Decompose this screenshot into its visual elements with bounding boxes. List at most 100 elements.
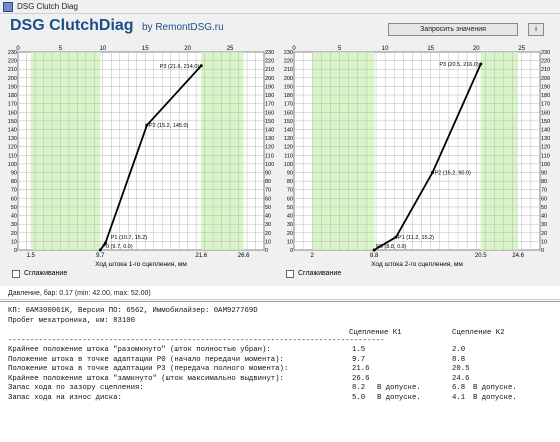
data-point: [199, 64, 203, 68]
y-tick-label-left: 150: [284, 119, 293, 125]
request-values-button[interactable]: Запросить значения: [388, 23, 518, 36]
y-tick-label-left: 190: [284, 84, 293, 90]
report-row-k2-note: В допуске.: [473, 393, 517, 402]
y-tick-label-right: 0: [541, 248, 544, 254]
brand-subtitle: by RemontDSG.ru: [142, 22, 224, 33]
y-tick-label-right: 190: [265, 84, 274, 90]
y-tick-label-right: 70: [265, 188, 271, 194]
y-tick-label-right: 80: [541, 179, 547, 185]
app-header: DSG ClutchDiag by RemontDSG.ru Запросить…: [0, 14, 560, 40]
y-tick-label-right: 20: [541, 231, 547, 237]
report-row-k1-value: 5.0: [352, 393, 366, 402]
report-header-k2: Сцепление К2: [452, 329, 505, 337]
report-row-k2-value: 4.1: [452, 393, 466, 402]
y-tick-label-right: 30: [541, 222, 547, 228]
report-row-k2-value: 2.0: [452, 346, 466, 354]
x-tick-label-bottom: 1.5: [27, 253, 36, 259]
smoothing-label-1: Сглаживание: [24, 270, 68, 277]
x-tick-label-top: 10: [382, 46, 389, 52]
clutch1-chart: 0 010 1020 2030 3040 4050 5060 6070 7080 8090 9010…: [8, 46, 274, 268]
brand-title: DSG ClutchDiag: [10, 17, 134, 34]
y-tick-label-left: 120: [8, 145, 17, 151]
y-tick-label-left: 0: [290, 248, 293, 254]
y-tick-label-left: 110: [284, 153, 293, 159]
y-tick-label-left: 50: [287, 205, 293, 211]
y-tick-label-right: 150: [541, 119, 550, 125]
report-row-k2-value: 24.6: [452, 374, 470, 383]
y-tick-label-left: 100: [284, 162, 293, 168]
y-tick-label-right: 160: [541, 110, 550, 116]
y-tick-label-left: 70: [287, 188, 293, 194]
x-tick-label-bottom: 20.5: [475, 253, 487, 259]
y-tick-label-left: 30: [11, 222, 17, 228]
y-tick-label-right: 20: [265, 231, 271, 237]
x-tick-label-top: 10: [99, 46, 106, 52]
info-button[interactable]: i: [528, 23, 544, 36]
y-tick-label-right: 140: [541, 127, 550, 133]
y-tick-label-left: 190: [8, 84, 17, 90]
x-tick-label-top: 0: [16, 46, 20, 52]
y-tick-label-right: 100: [265, 162, 274, 168]
report-row-label: Положение штока в точке адаптации P3 (пе…: [8, 365, 289, 373]
divider: [0, 299, 560, 300]
y-tick-label-right: 90: [541, 171, 547, 177]
y-tick-label-right: 100: [541, 162, 550, 168]
y-tick-label-left: 10: [287, 239, 293, 245]
point-label: P0 (9.7, 0.0): [102, 244, 132, 250]
y-tick-label-right: 190: [541, 84, 550, 90]
report-panel[interactable]: КП: 0AM300061K, Версия ПО: 6562, Иммобил…: [0, 301, 560, 442]
y-tick-label-right: 0: [265, 248, 268, 254]
x-tick-label-top: 15: [142, 46, 149, 52]
report-row-k2-note: В допуске.: [473, 384, 517, 392]
y-tick-label-left: 80: [11, 179, 17, 185]
report-row-k1-value: 21.6: [352, 365, 370, 373]
point-label: P1 (11.2, 15.2): [398, 235, 434, 241]
y-tick-label-left: 160: [284, 110, 293, 116]
report-row-k2-value: 20.5: [452, 365, 470, 373]
y-tick-label-right: 150: [265, 119, 274, 125]
y-tick-label-right: 60: [265, 196, 271, 202]
report-divider: ----------------------------------------…: [8, 337, 385, 345]
report-row-k1-note: В допуске.: [377, 393, 421, 402]
smoothing-checkbox-1[interactable]: [12, 270, 20, 278]
y-tick-label-right: 200: [541, 76, 550, 82]
clutch2-chart: 0 010 1020 2030 3040 4050 5060 6070 7080 8090 9010…: [284, 46, 550, 268]
y-tick-label-right: 220: [265, 59, 274, 65]
y-tick-label-right: 130: [541, 136, 550, 142]
smoothing-checkbox-2[interactable]: [286, 270, 294, 278]
report-row-k1-value: 9.7: [352, 355, 366, 364]
point-label: P2 (15.2, 90.0): [434, 171, 471, 177]
x-tick-label-top: 5: [59, 46, 63, 52]
y-tick-label-right: 180: [541, 93, 550, 99]
y-tick-label-right: 50: [265, 205, 271, 211]
y-tick-label-right: 10: [541, 239, 547, 245]
y-tick-label-right: 170: [541, 102, 550, 108]
x-tick-label-bottom: 2: [311, 253, 315, 259]
x-tick-label-bottom: 24.6: [512, 253, 524, 259]
y-tick-label-left: 60: [11, 196, 17, 202]
point-label: P1 (10.7, 15.2): [111, 235, 148, 241]
title-bar: DSG Clutch Diag: [0, 0, 560, 14]
report-header-k1: Сцепление К1: [349, 329, 402, 337]
y-tick-label-left: 220: [284, 59, 293, 65]
report-gearbox-info: КП: 0AM300061K, Версия ПО: 6562, Иммобил…: [8, 307, 258, 315]
charts-area: 0 0 10 10 20 20 30 30 40 40 50 50 60 60 70 70 80 80 90 90 10…: [0, 40, 560, 286]
y-tick-label-left: 50: [11, 205, 17, 211]
green-zone: [201, 52, 244, 250]
window-title: DSG Clutch Diag: [17, 2, 78, 11]
y-tick-label-left: 20: [11, 231, 17, 237]
y-tick-label-left: 40: [287, 214, 293, 220]
report-row-k2-value: 6.8: [452, 384, 466, 392]
y-tick-label-right: 50: [541, 205, 547, 211]
x-tick-label-top: 0: [292, 46, 296, 52]
report-row-label: Крайнее положение штока "разомкнуто" (шт…: [8, 346, 271, 354]
y-tick-label-left: 100: [8, 162, 17, 168]
y-tick-label-right: 130: [265, 136, 274, 142]
y-tick-label-right: 30: [265, 222, 271, 228]
x-tick-label-top: 25: [227, 46, 234, 52]
y-tick-label-left: 170: [284, 102, 293, 108]
smoothing-label-2: Сглаживание: [298, 270, 342, 277]
y-tick-label-right: 210: [541, 67, 550, 73]
y-tick-label-right: 230: [265, 50, 274, 56]
green-zone: [30, 52, 101, 250]
